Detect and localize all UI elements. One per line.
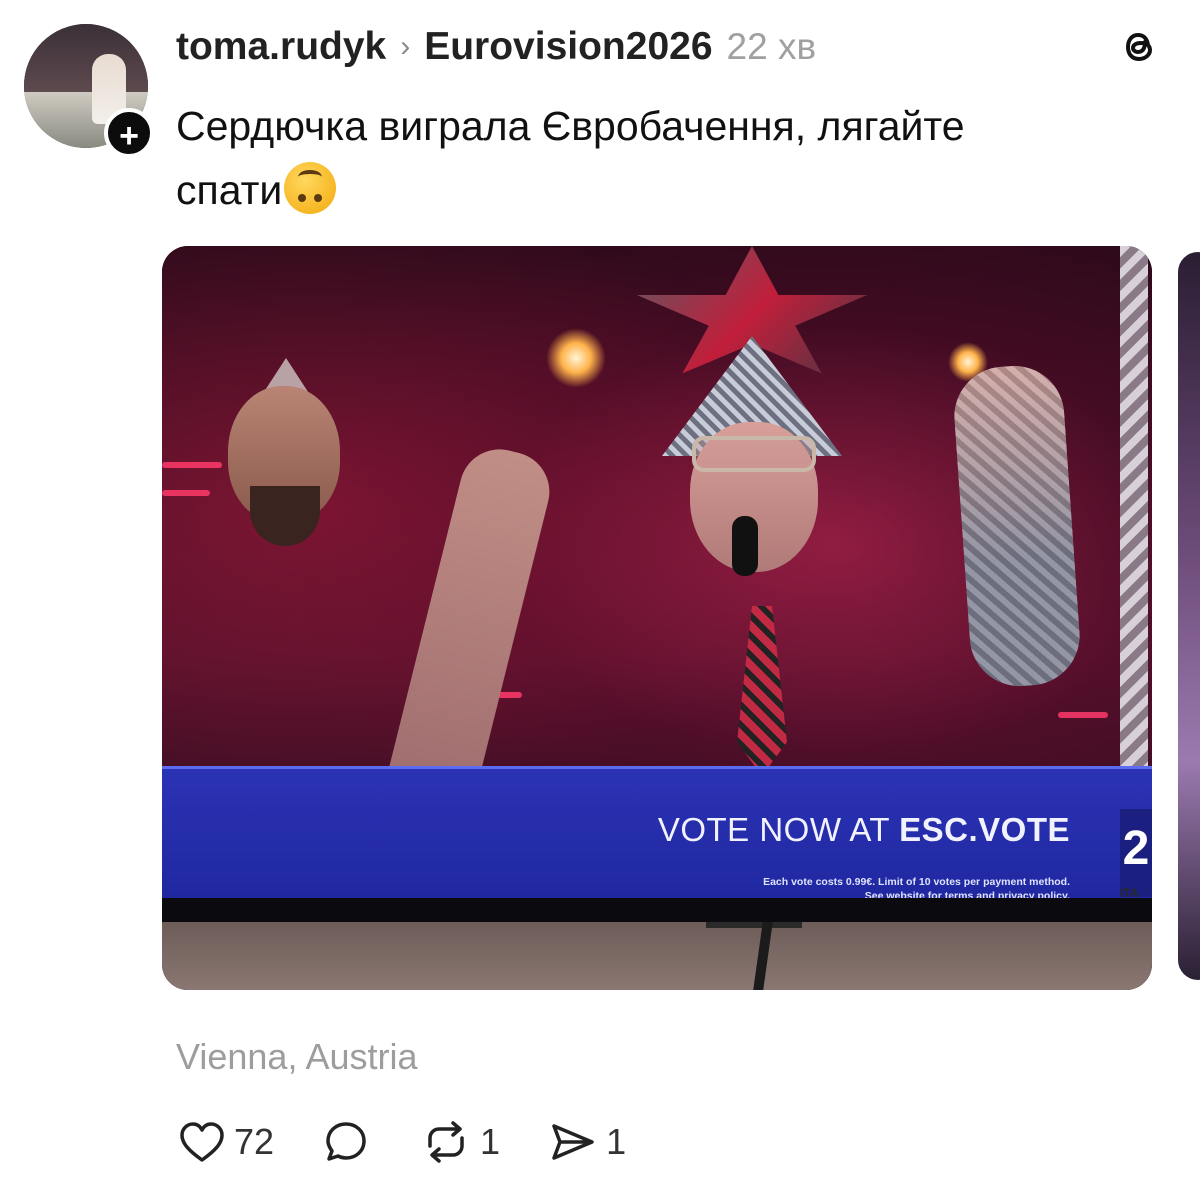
microphone [732,516,758,576]
stage-light-bar [162,462,222,468]
upside-down-face-icon [284,162,337,214]
author-username[interactable]: toma.rudyk [176,25,386,69]
chevron-right-icon: › [400,30,411,63]
room-wall [162,922,1152,990]
emoji-eye-left [298,194,307,202]
tv-vote-banner: VOTE NOW AT ESC.VOTE Each vote costs 0.9… [162,766,1152,902]
fine-print-line-1: Each vote costs 0.99€. Limit of 10 votes… [763,876,1070,888]
stage-pole [1120,246,1148,766]
emoji-mouth [298,170,323,184]
stage-light-bar [1058,712,1108,718]
vote-call-to-action: VOTE NOW AT ESC.VOTE [658,811,1070,849]
performer-glasses [692,436,816,472]
share-button[interactable]: 1 [546,1116,626,1168]
avatar-sky [24,24,148,93]
topic-tag[interactable]: Eurovision2026 [424,25,712,69]
post-photo[interactable]: VOTE NOW AT ESC.VOTE Each vote costs 0.9… [162,246,1152,990]
post-text-line-2-words: спати [176,167,283,213]
stage-light-bar [162,490,210,496]
repost-count: 1 [480,1121,501,1162]
send-icon [546,1116,600,1168]
like-button[interactable]: 72 [176,1116,274,1168]
next-photo-preview[interactable] [1178,252,1200,980]
heart-icon [176,1116,228,1168]
post-text-line-2: спати [176,158,1166,222]
vote-site: ESC.VOTE [899,811,1070,848]
stage-spotlight [546,328,606,388]
share-count: 1 [606,1121,627,1162]
threads-logo-icon[interactable] [1112,20,1166,74]
post-text: Сердючка виграла Євробачення, лягайте сп… [176,94,1166,222]
post-header: toma.rudyk › Eurovision2026 22 хв [176,22,816,72]
tv-stand-top [706,922,802,928]
comment-button[interactable] [320,1116,372,1168]
post-timestamp: 22 хв [726,26,817,67]
follow-plus-icon[interactable]: + [104,108,154,158]
emoji-eye-right [314,194,323,202]
comment-icon [320,1116,372,1168]
repost-icon [418,1116,474,1168]
broadcast-number-badge: 2 [1120,809,1152,897]
repost-button[interactable]: 1 [418,1116,500,1168]
post-location[interactable]: Vienna, Austria [176,1036,418,1078]
tv-bezel [162,898,1152,922]
post-actions: 72 1 1 [176,1114,672,1170]
like-count: 72 [234,1121,275,1162]
performer-raised-arm [950,362,1084,690]
post-text-line-1: Сердючка виграла Євробачення, лягайте [176,103,965,149]
vote-prefix: VOTE NOW AT [657,811,900,848]
